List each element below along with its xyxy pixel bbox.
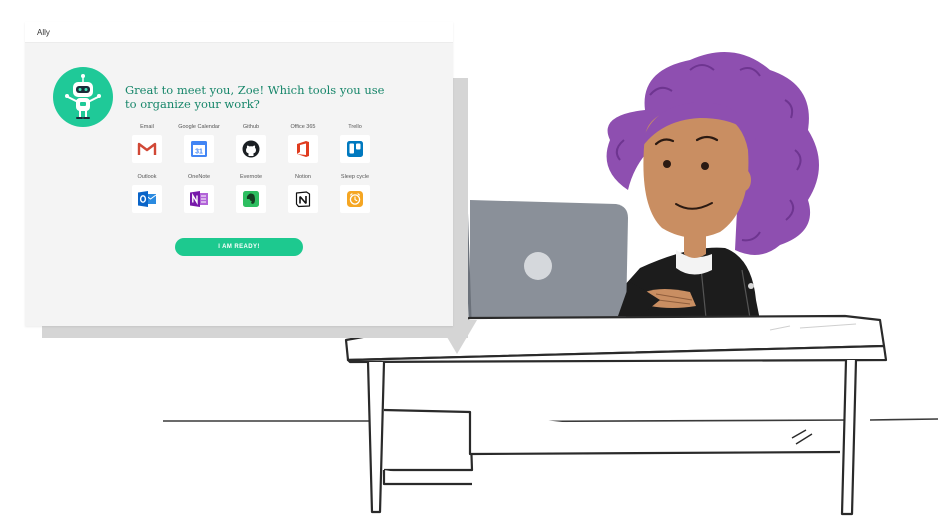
notion-icon: [295, 191, 311, 208]
tool-label: OneNote: [187, 174, 210, 180]
tool-trello[interactable]: Trello: [329, 123, 381, 163]
tool-label: Trello: [348, 124, 362, 130]
office-365-icon: [297, 141, 309, 157]
sleep-cycle-icon: [347, 191, 363, 207]
tool-google-calendar[interactable]: Google Calendar 31: [173, 123, 225, 163]
robot-avatar: [53, 67, 113, 127]
trello-icon: [347, 141, 363, 157]
desk: [344, 314, 888, 516]
tool-tile[interactable]: [340, 185, 370, 213]
tool-office-365[interactable]: Office 365: [277, 123, 329, 163]
tool-sleep-cycle[interactable]: Sleep cycle: [329, 173, 381, 213]
laptop-logo: [524, 252, 552, 280]
robot-icon: [65, 74, 101, 119]
tool-label: Email: [140, 124, 154, 130]
ready-button[interactable]: I AM READY!: [175, 238, 303, 256]
tool-tile[interactable]: [288, 185, 318, 213]
tool-tile[interactable]: [236, 185, 266, 213]
tool-email[interactable]: Email: [121, 123, 173, 163]
gmail-icon: [137, 142, 157, 156]
window-title: Ally: [37, 27, 50, 37]
tool-label: Sleep cycle: [340, 174, 370, 180]
tool-outlook[interactable]: Outlook: [121, 173, 173, 213]
tool-onenote[interactable]: OneNote: [173, 173, 225, 213]
tool-tile[interactable]: [288, 135, 318, 163]
tool-label: Notion: [295, 174, 311, 180]
tool-notion[interactable]: Notion: [277, 173, 329, 213]
tool-tile[interactable]: [340, 135, 370, 163]
tools-grid: Email Google Calendar 31 Github Office 3…: [121, 123, 381, 213]
tool-label: Outlook: [137, 174, 157, 180]
onboarding-header: Great to meet you, Zoe! Which tools you …: [53, 67, 385, 127]
tool-tile[interactable]: [184, 185, 214, 213]
ally-window: Ally Great to meet you, Zoe! Which tools…: [25, 22, 453, 326]
tool-evernote[interactable]: Evernote: [225, 173, 277, 213]
greeting-heading: Great to meet you, Zoe! Which tools you …: [125, 83, 385, 111]
tool-label: Evernote: [239, 174, 262, 180]
tool-tile[interactable]: 31: [184, 135, 214, 163]
outlook-icon: [138, 191, 157, 207]
tool-label: Github: [242, 124, 260, 130]
onenote-icon: [190, 191, 208, 207]
tool-tile[interactable]: [132, 135, 162, 163]
evernote-icon: [243, 191, 259, 207]
tool-tile[interactable]: [132, 185, 162, 213]
calendar-day: 31: [195, 149, 203, 156]
google-calendar-icon: 31: [191, 141, 207, 157]
tool-github[interactable]: Github: [225, 123, 277, 163]
github-icon: [242, 140, 260, 158]
window-titlebar: Ally: [25, 22, 453, 43]
tool-label: Office 365: [290, 124, 316, 130]
tool-tile[interactable]: [236, 135, 266, 163]
tool-label: Google Calendar: [178, 124, 220, 130]
